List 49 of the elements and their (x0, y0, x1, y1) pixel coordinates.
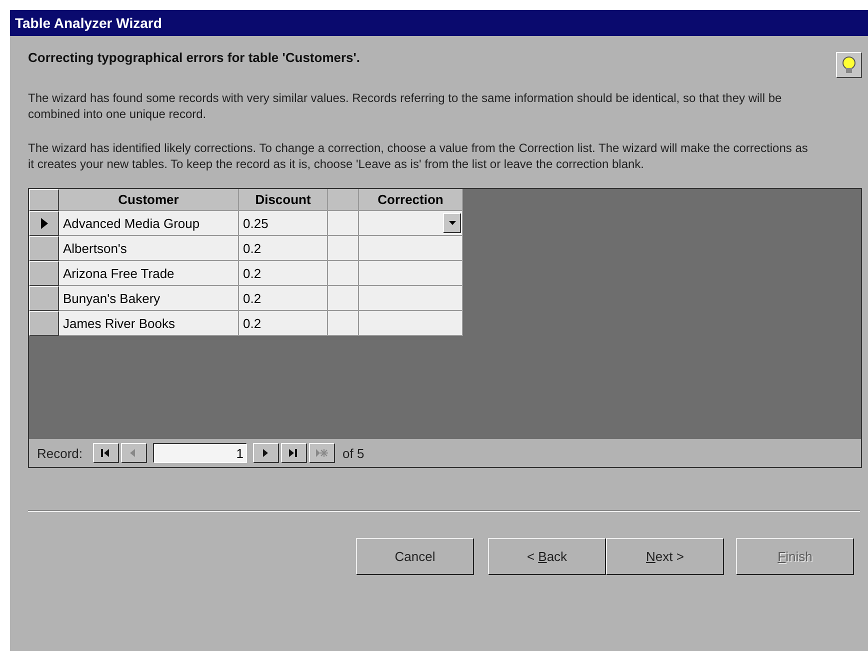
wizard-button[interactable]: < Back (488, 538, 606, 575)
step-heading: Correcting typographical errors for table 'Customers'. (28, 50, 360, 65)
wizard-button[interactable]: Cancel (356, 538, 474, 575)
correction-cell[interactable] (359, 311, 463, 336)
row-selector[interactable] (29, 311, 59, 336)
record-nav-button[interactable] (92, 443, 119, 463)
record-nav-button[interactable] (252, 443, 279, 463)
table-cell (328, 311, 359, 336)
table-cell: 0.25 (239, 211, 328, 236)
record-count: of 5 (342, 446, 364, 460)
row-selector[interactable] (29, 286, 59, 311)
wizard-button[interactable]: Next > (606, 538, 724, 575)
row-selector[interactable] (29, 211, 59, 236)
table-cell: James River Books (59, 311, 239, 336)
table-cell: 0.2 (239, 311, 328, 336)
column-header[interactable]: Customer (59, 189, 239, 211)
table-cell (328, 236, 359, 261)
instruction-text: The wizard has identified likely corrections. To change a correction, choose a value from the Correction list. The wizard will make the corrections as it creates your new tables. To keep the record as it is, choose 'Leave as is' from the list or leave the correction blank. (28, 140, 808, 172)
table-cell (328, 261, 359, 286)
correction-cell[interactable] (359, 236, 463, 261)
record-label: Record: (37, 446, 83, 460)
row-selector[interactable] (29, 236, 59, 261)
table-cell: 0.2 (239, 286, 328, 311)
correction-cell[interactable] (359, 286, 463, 311)
table-cell (328, 286, 359, 311)
current-record-icon (40, 218, 48, 229)
column-header (328, 189, 359, 211)
table-cell: 0.2 (239, 261, 328, 286)
row-selector[interactable] (29, 261, 59, 286)
table-cell: Advanced Media Group (59, 211, 239, 236)
table-cell: Arizona Free Trade (59, 261, 239, 286)
column-header[interactable]: Discount (239, 189, 328, 211)
table-cell: 0.2 (239, 236, 328, 261)
record-number-field[interactable]: 1 (152, 443, 247, 463)
table-cell (328, 211, 359, 236)
new-record-icon (314, 447, 329, 459)
tip-button[interactable] (836, 52, 862, 78)
window-title: Table Analyzer Wizard (10, 10, 868, 36)
lightbulb-icon (842, 56, 856, 74)
row-selector-header (29, 189, 59, 211)
table-cell: Albertson's (59, 236, 239, 261)
dropdown-button[interactable] (443, 213, 461, 233)
instruction-text: The wizard has found some records with very similar values. Records referring to the same information should be identical, so that they will be combined into one unique record. (28, 90, 783, 122)
column-header[interactable]: Correction (359, 189, 463, 211)
correction-cell[interactable] (359, 261, 463, 286)
record-nav-button[interactable] (280, 443, 307, 463)
correction-cell[interactable] (359, 211, 463, 236)
table-cell: Bunyan's Bakery (59, 286, 239, 311)
caret-icon (448, 221, 456, 225)
